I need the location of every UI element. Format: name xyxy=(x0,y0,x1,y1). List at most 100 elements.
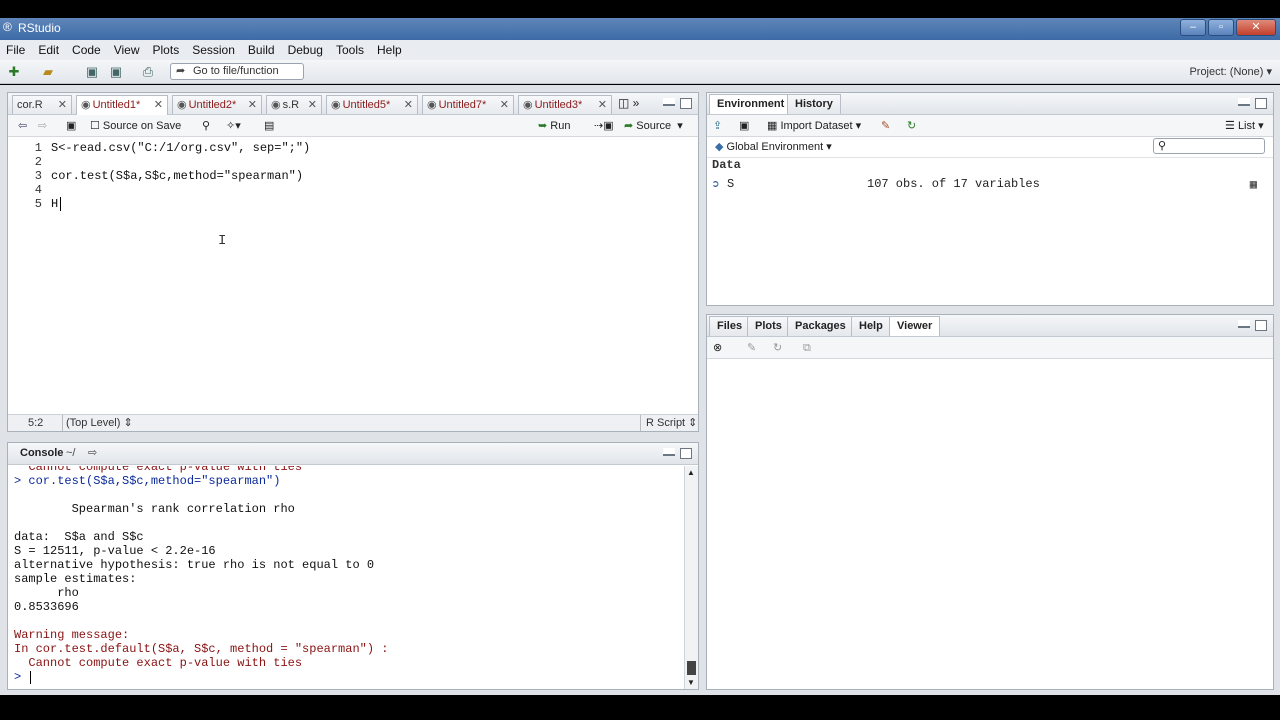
scroll-up-icon[interactable]: ▲ xyxy=(687,468,695,477)
tab-untitled7[interactable]: ◉ Untitled7* ✕ xyxy=(422,95,514,114)
minimize-pane-icon[interactable] xyxy=(1238,98,1250,106)
r-file-icon: ◉ xyxy=(81,99,91,111)
clear-viewer-icon[interactable]: ✎ xyxy=(747,340,756,356)
menu-debug[interactable]: Debug xyxy=(288,43,323,57)
tab-s-r[interactable]: ◉ s.R ✕ xyxy=(266,95,322,114)
close-tab-icon[interactable]: ✕ xyxy=(308,96,317,114)
menu-session[interactable]: Session xyxy=(192,43,235,57)
import-dataset-button[interactable]: ▦ Import Dataset ▾ xyxy=(767,118,861,134)
tab-untitled1[interactable]: ◉ Untitled1* ✕ xyxy=(76,95,168,115)
menu-view[interactable]: View xyxy=(114,43,140,57)
r-file-icon: ◉ xyxy=(523,99,533,111)
save-all-icon[interactable]: ▣ xyxy=(108,64,124,79)
code-editor[interactable]: 1 2 3 4 5 S<-read.csv("C:/1/org.csv", se… xyxy=(8,137,698,415)
back-arrow-icon[interactable]: ⇦ xyxy=(18,118,27,134)
maximize-button[interactable]: ▫ xyxy=(1208,19,1234,36)
bottom-black-bar xyxy=(0,695,1280,720)
tab-untitled3[interactable]: ◉ Untitled3* ✕ xyxy=(518,95,612,114)
menu-tools[interactable]: Tools xyxy=(336,43,364,57)
forward-arrow-icon[interactable]: ⇨ xyxy=(38,118,47,134)
popout-icon[interactable]: ⧉ xyxy=(803,340,811,356)
tab-files[interactable]: Files xyxy=(709,316,751,336)
go-to-directory-icon[interactable]: ⇨ xyxy=(88,446,97,459)
maximize-pane-icon[interactable] xyxy=(1255,320,1267,331)
run-button[interactable]: ➥ Run xyxy=(538,118,570,134)
tab-help[interactable]: Help xyxy=(851,316,891,336)
project-menu[interactable]: Project: (None) ▾ xyxy=(1189,65,1272,78)
console-output[interactable]: Cannot compute exact p-value with ties >… xyxy=(8,466,684,689)
minimize-pane-icon[interactable] xyxy=(663,98,675,106)
minimize-pane-icon[interactable] xyxy=(663,448,675,456)
compile-report-icon[interactable]: ▤ xyxy=(264,118,274,134)
menu-edit[interactable]: Edit xyxy=(38,43,59,57)
tab-untitled2[interactable]: ◉ Untitled2* ✕ xyxy=(172,95,262,114)
save-source-icon[interactable]: ▣ xyxy=(66,118,76,134)
menu-code[interactable]: Code xyxy=(72,43,101,57)
load-workspace-icon[interactable]: ⇪ xyxy=(713,118,722,134)
close-tab-icon[interactable]: ✕ xyxy=(154,96,163,114)
view-data-icon[interactable]: ▦ xyxy=(1250,177,1257,192)
save-icon[interactable]: ▣ xyxy=(84,64,100,79)
environment-row[interactable]: ➲ S 107 obs. of 17 variables ▦ xyxy=(707,177,1273,193)
minimize-button[interactable]: – xyxy=(1180,19,1206,36)
expand-icon[interactable]: ➲ xyxy=(712,177,719,192)
close-tab-icon[interactable]: ✕ xyxy=(248,96,257,114)
tab-packages[interactable]: Packages xyxy=(787,316,854,336)
print-icon[interactable]: ⎙ xyxy=(140,64,156,79)
files-pane-controls xyxy=(1238,320,1267,331)
open-file-icon[interactable]: ▰ xyxy=(40,64,56,79)
menu-plots[interactable]: Plots xyxy=(153,43,180,57)
save-workspace-icon[interactable]: ▣ xyxy=(739,118,749,134)
source-on-save-checkbox[interactable]: ☐ Source on Save xyxy=(90,118,181,134)
search-icon[interactable]: ⚲ xyxy=(202,118,210,134)
rerun-icon[interactable]: ⇢▣ xyxy=(594,118,614,134)
clear-workspace-icon[interactable]: ✎ xyxy=(881,118,890,134)
maximize-pane-icon[interactable] xyxy=(1255,98,1267,109)
tab-viewer[interactable]: Viewer xyxy=(889,316,941,336)
console-pane-controls xyxy=(663,448,692,459)
tab-history[interactable]: History xyxy=(787,94,841,114)
close-tab-icon[interactable]: ✕ xyxy=(598,96,607,114)
stop-icon[interactable]: ⊗ xyxy=(713,340,722,356)
console-pane: Console ~/ ⇨ Cannot compute exact p-valu… xyxy=(7,442,699,690)
list-label: List xyxy=(1237,120,1256,132)
tab-untitled5[interactable]: ◉ Untitled5* ✕ xyxy=(326,95,418,114)
refresh-viewer-icon[interactable]: ↻ xyxy=(773,340,782,356)
more-tabs-icon[interactable]: ◫ » xyxy=(618,96,639,110)
console-line: Spearman's rank correlation rho xyxy=(14,502,295,516)
refresh-icon[interactable]: ↻ xyxy=(907,118,916,134)
environment-scope-selector[interactable]: ◆ Global Environment ▾ xyxy=(715,140,832,153)
tab-cor-r[interactable]: cor.R ✕ xyxy=(12,95,72,114)
console-scrollbar[interactable]: ▲ ▼ xyxy=(684,466,698,689)
close-window-button[interactable]: ✕ xyxy=(1236,19,1276,36)
scope-selector[interactable]: (Top Level) ⇕ xyxy=(66,415,133,431)
source-label: Source xyxy=(636,120,672,132)
list-view-button[interactable]: ☰ List ▾ xyxy=(1225,118,1264,134)
close-tab-icon[interactable]: ✕ xyxy=(500,96,509,114)
wand-icon[interactable]: ✧▾ xyxy=(226,118,241,134)
tab-environment[interactable]: Environment xyxy=(709,94,793,114)
menu-build[interactable]: Build xyxy=(248,43,275,57)
scroll-down-icon[interactable]: ▼ xyxy=(687,678,695,687)
console-title: Console xyxy=(20,447,64,459)
goto-file-input[interactable]: ➦ Go to file/function xyxy=(170,63,304,80)
close-tab-icon[interactable]: ✕ xyxy=(58,96,67,114)
console-line: data: S$a and S$c xyxy=(14,530,144,544)
source-pane-controls xyxy=(663,98,692,109)
new-file-icon[interactable]: ✚ xyxy=(6,64,22,79)
file-type-selector[interactable]: R Script ⇕ xyxy=(646,415,697,431)
source-toolbar: ⇦ ⇨ ▣ ☐ Source on Save ⚲ ✧▾ ▤ ➥ Run ⇢▣ ➦… xyxy=(8,115,698,137)
menu-file[interactable]: File xyxy=(6,43,25,57)
window-titlebar: ® RStudio – ▫ ✕ xyxy=(0,18,1280,40)
maximize-pane-icon[interactable] xyxy=(680,448,692,459)
menu-help[interactable]: Help xyxy=(377,43,402,57)
minimize-pane-icon[interactable] xyxy=(1238,320,1250,328)
tab-plots[interactable]: Plots xyxy=(747,316,790,336)
maximize-pane-icon[interactable] xyxy=(680,98,692,109)
source-button[interactable]: ➦ Source ▾ xyxy=(624,118,683,134)
goto-placeholder: Go to file/function xyxy=(193,65,279,77)
console-prompt[interactable]: > xyxy=(14,670,28,684)
close-tab-icon[interactable]: ✕ xyxy=(404,96,413,114)
scroll-thumb[interactable] xyxy=(687,661,696,675)
environment-search-input[interactable]: ⚲ xyxy=(1153,138,1265,154)
